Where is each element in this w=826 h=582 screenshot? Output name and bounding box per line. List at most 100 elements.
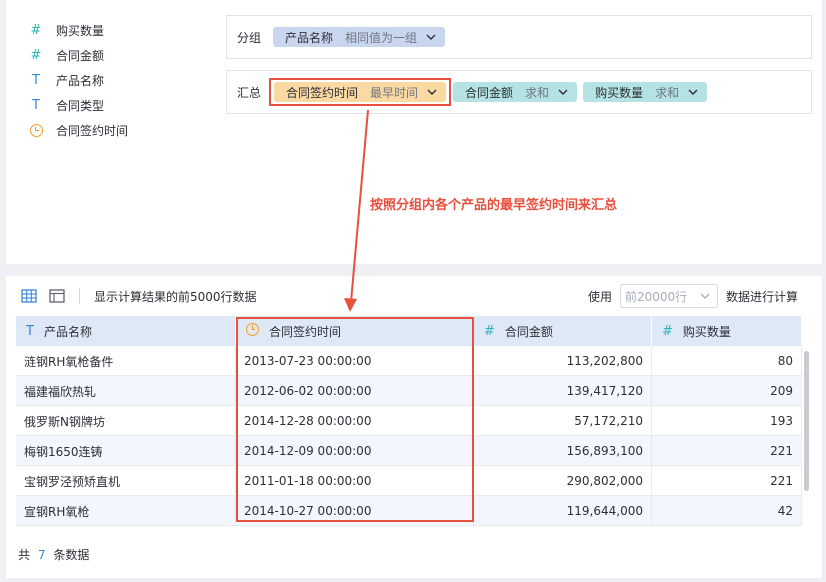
- header-label: 合同金额: [504, 324, 553, 339]
- clock-icon: [246, 322, 259, 340]
- cell-contract-amount: 57,172,210: [474, 406, 652, 436]
- cell-purchase-qty: 221: [652, 466, 802, 496]
- header-label: 购买数量: [682, 324, 731, 339]
- cell-purchase-qty: 221: [652, 436, 802, 466]
- chip-agg: 求和: [655, 85, 680, 100]
- layout-view-icon[interactable]: [49, 289, 65, 303]
- row-count-footer: 共 7 条数据: [18, 546, 89, 563]
- cell-product-name: 福建福欣热轧: [16, 376, 236, 406]
- field-label: 合同类型: [56, 99, 105, 113]
- table-row: 福建福欣热轧 2012-06-02 00:00:00 139,417,120 2…: [16, 376, 802, 406]
- col-header-purchase-qty[interactable]: # 购买数量: [652, 316, 802, 346]
- cell-product-name: 宣钢RH氧枪: [16, 496, 236, 526]
- footer-prefix: 共: [18, 548, 31, 562]
- table-row: 俄罗斯N钢牌坊 2014-12-28 00:00:00 57,172,210 1…: [16, 406, 802, 436]
- field-list: # 购买数量 # 合同金额 T 产品名称 T 合同类型 合同签约时间: [26, 18, 226, 143]
- footer-suffix: 条数据: [53, 548, 90, 562]
- chip-agg: 相同值为一组: [345, 30, 418, 45]
- field-item-product-name[interactable]: T 产品名称: [26, 68, 226, 93]
- text-icon: T: [26, 323, 34, 339]
- cell-contract-amount: 119,644,000: [474, 496, 652, 526]
- cell-sign-time: 2013-07-23 00:00:00: [236, 346, 474, 376]
- field-item-purchase-qty[interactable]: # 购买数量: [26, 18, 226, 43]
- group-chip-product-name[interactable]: 产品名称 相同值为一组: [273, 27, 446, 47]
- table-row: 涟钢RH氧枪备件 2013-07-23 00:00:00 113,202,800…: [16, 346, 802, 376]
- col-header-contract-amount[interactable]: # 合同金额: [474, 316, 652, 346]
- table-row: 梅钢1650连铸 2014-12-09 00:00:00 156,893,100…: [16, 436, 802, 466]
- cell-contract-amount: 290,802,000: [474, 466, 652, 496]
- footer-count: 7: [37, 548, 46, 562]
- chip-name: 合同签约时间: [286, 85, 359, 100]
- cell-contract-amount: 156,893,100: [474, 436, 652, 466]
- field-label: 合同金额: [56, 49, 105, 63]
- preview-panel: 显示计算结果的前5000行数据 使用 前20000行 数据进行计算 T 产品名称…: [6, 276, 822, 578]
- header-label: 产品名称: [43, 324, 92, 339]
- number-icon: #: [484, 323, 495, 339]
- cell-sign-time: 2014-12-28 00:00:00: [236, 406, 474, 436]
- cell-purchase-qty: 193: [652, 406, 802, 436]
- calc-label: 数据进行计算: [725, 289, 798, 304]
- clock-icon: [26, 124, 46, 137]
- cell-product-name: 涟钢RH氧枪备件: [16, 346, 236, 376]
- group-by-box[interactable]: 分组 产品名称 相同值为一组: [226, 15, 812, 59]
- config-panel: # 购买数量 # 合同金额 T 产品名称 T 合同类型 合同签约时间 分组 产品…: [6, 0, 822, 264]
- preview-toolbar: 显示计算结果的前5000行数据 使用 前20000行 数据进行计算: [6, 276, 822, 316]
- use-label: 使用: [587, 289, 612, 304]
- field-item-contract-amount[interactable]: # 合同金额: [26, 43, 226, 68]
- cell-product-name: 宝钢罗泾预矫直机: [16, 466, 236, 496]
- table-scrollbar[interactable]: [802, 347, 810, 522]
- number-icon: #: [30, 23, 42, 38]
- field-label: 合同签约时间: [56, 124, 129, 138]
- summary-box[interactable]: 汇总 合同签约时间 最早时间 合同金额 求和 购买数量 求和: [226, 70, 812, 114]
- group-label: 分组: [237, 30, 262, 45]
- header-label: 合同签约时间: [269, 324, 342, 339]
- cell-sign-time: 2012-06-02 00:00:00: [236, 376, 474, 406]
- chip-name: 合同金额: [465, 85, 514, 100]
- summary-chip-purchase-qty[interactable]: 购买数量 求和: [583, 82, 708, 102]
- chevron-down-icon[interactable]: [687, 86, 699, 98]
- highlight-frame: 合同签约时间 最早时间: [269, 78, 452, 106]
- row-limit-value: 前20000行: [624, 289, 688, 304]
- table-row: 宝钢罗泾预矫直机 2011-01-18 00:00:00 290,802,000…: [16, 466, 802, 496]
- table-view-icon[interactable]: [21, 289, 37, 303]
- table-header: T 产品名称 合同签约时间 # 合同金额 # 购买数量: [16, 316, 802, 346]
- cell-purchase-qty: 42: [652, 496, 802, 526]
- text-icon: T: [32, 73, 40, 88]
- cell-sign-time: 2014-10-27 00:00:00: [236, 496, 474, 526]
- preview-info-text: 显示计算结果的前5000行数据: [94, 289, 257, 304]
- chevron-down-icon[interactable]: [425, 31, 437, 43]
- text-icon: T: [32, 98, 40, 113]
- field-item-contract-type[interactable]: T 合同类型: [26, 93, 226, 118]
- field-item-sign-time[interactable]: 合同签约时间: [26, 118, 226, 143]
- cell-product-name: 俄罗斯N钢牌坊: [16, 406, 236, 436]
- cell-contract-amount: 113,202,800: [474, 346, 652, 376]
- toolbar-divider: [79, 288, 80, 304]
- cell-product-name: 梅钢1650连铸: [16, 436, 236, 466]
- chip-name: 购买数量: [595, 85, 644, 100]
- chevron-down-icon[interactable]: [426, 86, 438, 98]
- chip-name: 产品名称: [285, 30, 334, 45]
- field-label: 产品名称: [56, 74, 105, 88]
- summary-chip-sign-time[interactable]: 合同签约时间 最早时间: [274, 82, 447, 102]
- cell-sign-time: 2011-01-18 00:00:00: [236, 466, 474, 496]
- table-row: 宣钢RH氧枪 2014-10-27 00:00:00 119,644,000 4…: [16, 496, 802, 526]
- summary-chip-contract-amount[interactable]: 合同金额 求和: [453, 82, 578, 102]
- scrollbar-thumb[interactable]: [804, 351, 809, 491]
- cell-sign-time: 2014-12-09 00:00:00: [236, 436, 474, 466]
- chip-agg: 最早时间: [370, 85, 419, 100]
- cell-purchase-qty: 80: [652, 346, 802, 376]
- col-header-sign-time[interactable]: 合同签约时间: [236, 316, 474, 346]
- field-label: 购买数量: [56, 24, 105, 38]
- col-header-product-name[interactable]: T 产品名称: [16, 316, 236, 346]
- cell-contract-amount: 139,417,120: [474, 376, 652, 406]
- calc-limit-group: 使用 前20000行 数据进行计算: [588, 284, 798, 308]
- chevron-down-icon[interactable]: [557, 86, 569, 98]
- cell-purchase-qty: 209: [652, 376, 802, 406]
- number-icon: #: [30, 48, 42, 63]
- number-icon: #: [662, 323, 673, 339]
- chevron-down-icon: [700, 293, 710, 299]
- row-limit-select[interactable]: 前20000行: [619, 284, 718, 308]
- summary-label: 汇总: [237, 85, 262, 100]
- annotation-text: 按照分组内各个产品的最早签约时间来汇总: [370, 198, 618, 213]
- chip-agg: 求和: [525, 85, 550, 100]
